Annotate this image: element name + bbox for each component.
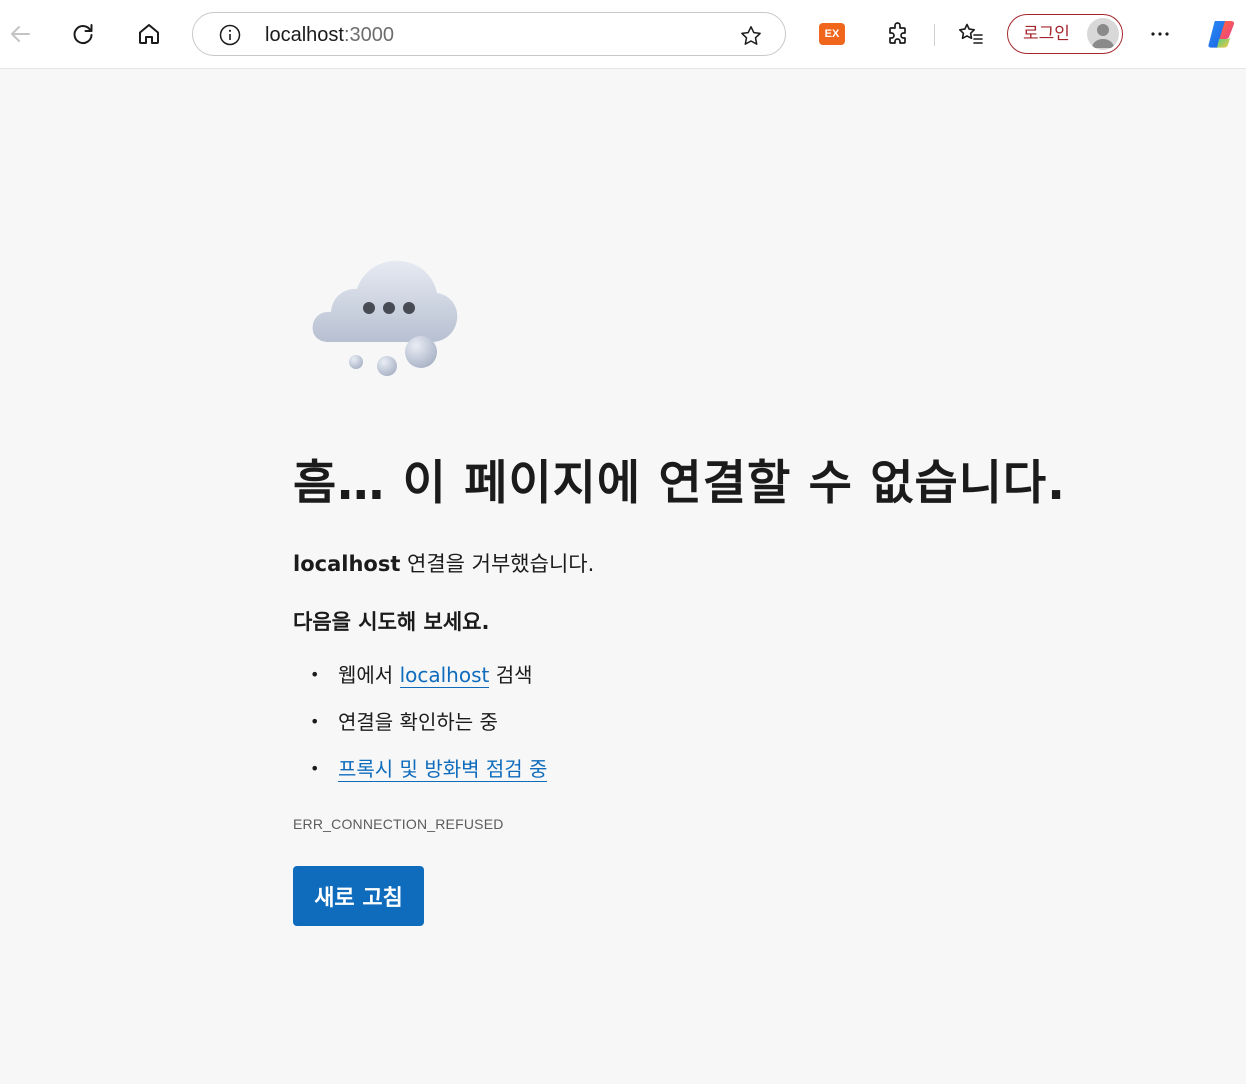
check-proxy-link[interactable]: 프록시 및 방화벽 점검 중 [338, 757, 548, 782]
check-connection-text: 연결을 확인하는 중 [338, 710, 498, 734]
refresh-browser-button[interactable] [63, 14, 103, 54]
puzzle-icon [885, 21, 911, 47]
back-button[interactable] [0, 14, 40, 54]
list-item: • 프록시 및 방화벽 점검 중 [293, 750, 548, 797]
copilot-icon [1205, 17, 1239, 51]
error-code: ERR_CONNECTION_REFUSED [293, 816, 504, 832]
profile-label: 로그인 [1023, 24, 1070, 44]
favorites-icon [957, 21, 985, 47]
bullet-icon: • [310, 759, 320, 778]
url-port: :3000 [343, 24, 394, 46]
search-suffix: 검색 [489, 663, 533, 687]
url-text[interactable]: localhost:3000 [265, 24, 394, 46]
copilot-button[interactable] [1202, 14, 1242, 54]
info-icon[interactable] [219, 24, 241, 50]
more-icon [1148, 22, 1172, 46]
suggestions-heading: 다음을 시도해 보세요. [293, 610, 490, 634]
home-icon [136, 21, 162, 47]
page-title: 흠… 이 페이지에 연결할 수 없습니다. [293, 456, 1067, 511]
list-item: • 웹에서 localhost 검색 [293, 656, 547, 703]
browser-toolbar: localhost:3000 EX 로그인 [0, 0, 1249, 69]
profile-button[interactable]: 로그인 [1007, 14, 1123, 54]
search-prefix: 웹에서 [338, 663, 400, 687]
extensions-button[interactable] [878, 14, 918, 54]
favorites-button[interactable] [951, 14, 991, 54]
more-button[interactable] [1140, 14, 1180, 54]
error-description: localhost 연결을 거부했습니다. [293, 548, 594, 580]
toolbar-divider [934, 24, 935, 46]
suggestions-list: • 웹에서 localhost 검색 • 연결을 확인하는 중 • 프록시 및 방화벽… [293, 656, 548, 797]
cloud-icon [309, 256, 469, 384]
bullet-icon: • [310, 712, 320, 731]
url-host: localhost [265, 24, 344, 46]
address-bar[interactable]: localhost:3000 [192, 12, 786, 56]
star-icon[interactable] [739, 24, 763, 52]
refresh-button[interactable]: 새로 고침 [293, 866, 424, 926]
avatar [1087, 18, 1119, 50]
list-item: • 연결을 확인하는 중 [293, 703, 547, 750]
search-localhost-link[interactable]: localhost [399, 663, 490, 688]
error-message: 연결을 거부했습니다. [400, 552, 595, 576]
back-arrow-icon [7, 21, 33, 47]
error-host: localhost [293, 552, 401, 576]
bullet-icon: • [310, 665, 320, 684]
refresh-icon [70, 21, 96, 47]
home-button[interactable] [129, 14, 169, 54]
extension-badge-icon[interactable]: EX [819, 23, 845, 45]
